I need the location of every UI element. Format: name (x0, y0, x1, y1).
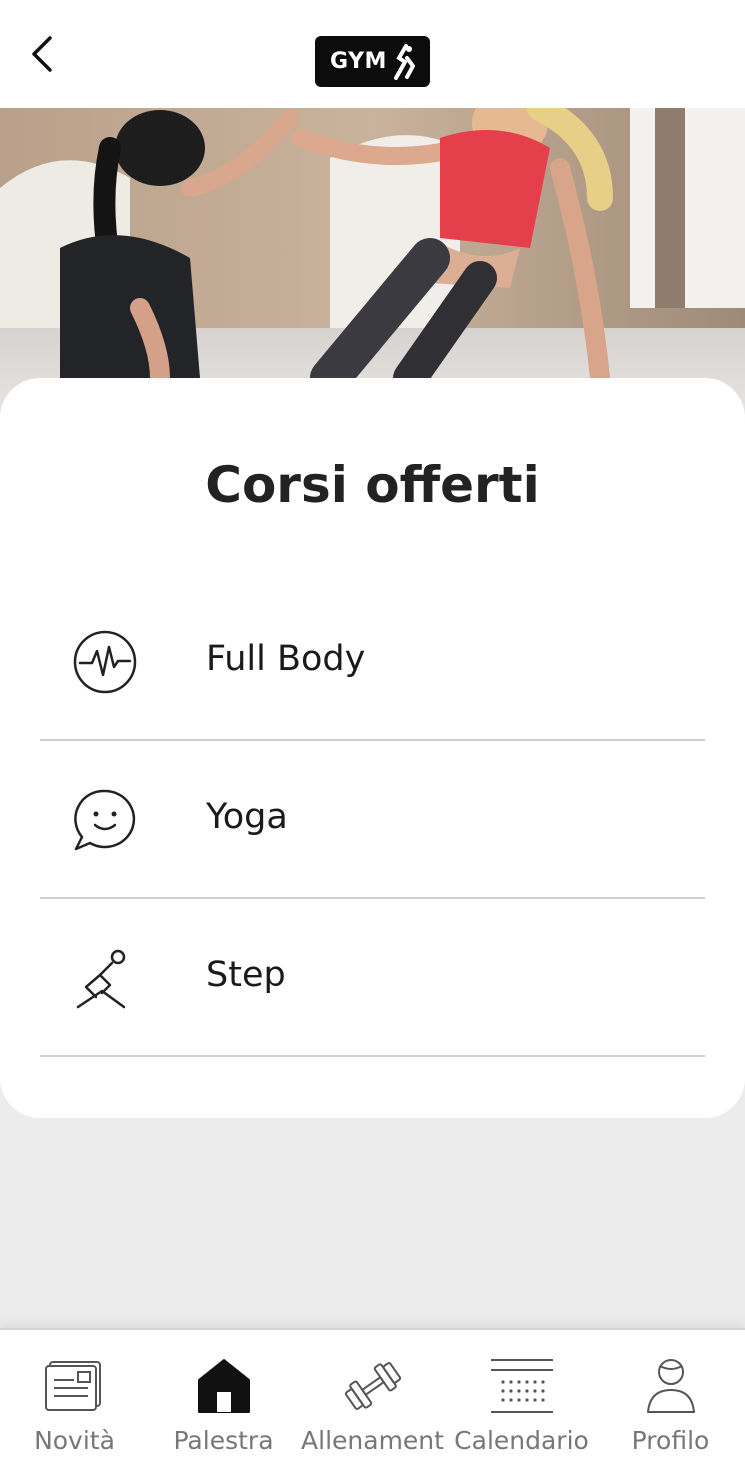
nav-label: Palestra (173, 1426, 274, 1455)
logo-mark-icon (393, 43, 415, 80)
nav-label: Novità (34, 1426, 115, 1455)
course-item-full-body[interactable]: Full Body (40, 581, 705, 741)
nav-label: Profilo (631, 1426, 710, 1455)
chevron-left-icon (32, 36, 52, 72)
calendar-icon (488, 1356, 556, 1416)
nav-label: Allenament (301, 1426, 444, 1455)
course-item-step[interactable]: Step (40, 897, 705, 1057)
gym-home-icon (193, 1356, 255, 1416)
heartbeat-icon (72, 629, 138, 695)
nav-item-novita[interactable]: Novità (0, 1330, 149, 1464)
page-title: Corsi offerti (205, 456, 540, 514)
nav-item-allenamento[interactable]: Allenament (298, 1330, 447, 1464)
nav-label: Calendario (454, 1426, 589, 1455)
course-label: Full Body (206, 639, 366, 679)
nav-item-palestra[interactable]: Palestra (149, 1330, 298, 1464)
smile-chat-icon (72, 787, 138, 853)
nav-item-calendario[interactable]: Calendario (447, 1330, 596, 1464)
newspaper-icon (44, 1356, 106, 1416)
nav-item-profilo[interactable]: Profilo (596, 1330, 745, 1464)
logo-text: GYM (330, 49, 387, 74)
gym-logo: GYM (315, 36, 430, 87)
squat-exercise-icon (72, 945, 138, 1011)
user-icon (640, 1356, 702, 1416)
top-bar: GYM (0, 0, 745, 108)
course-label: Yoga (206, 797, 288, 837)
course-item-yoga[interactable]: Yoga (40, 739, 705, 899)
courses-card: Corsi offerti Full Body Yoga Step (0, 378, 745, 1118)
dumbbell-icon (342, 1356, 404, 1416)
bottom-navigation: Novità Palestra Allenament Calendario Pr… (0, 1328, 745, 1464)
back-button[interactable] (22, 28, 66, 80)
course-label: Step (206, 955, 286, 995)
